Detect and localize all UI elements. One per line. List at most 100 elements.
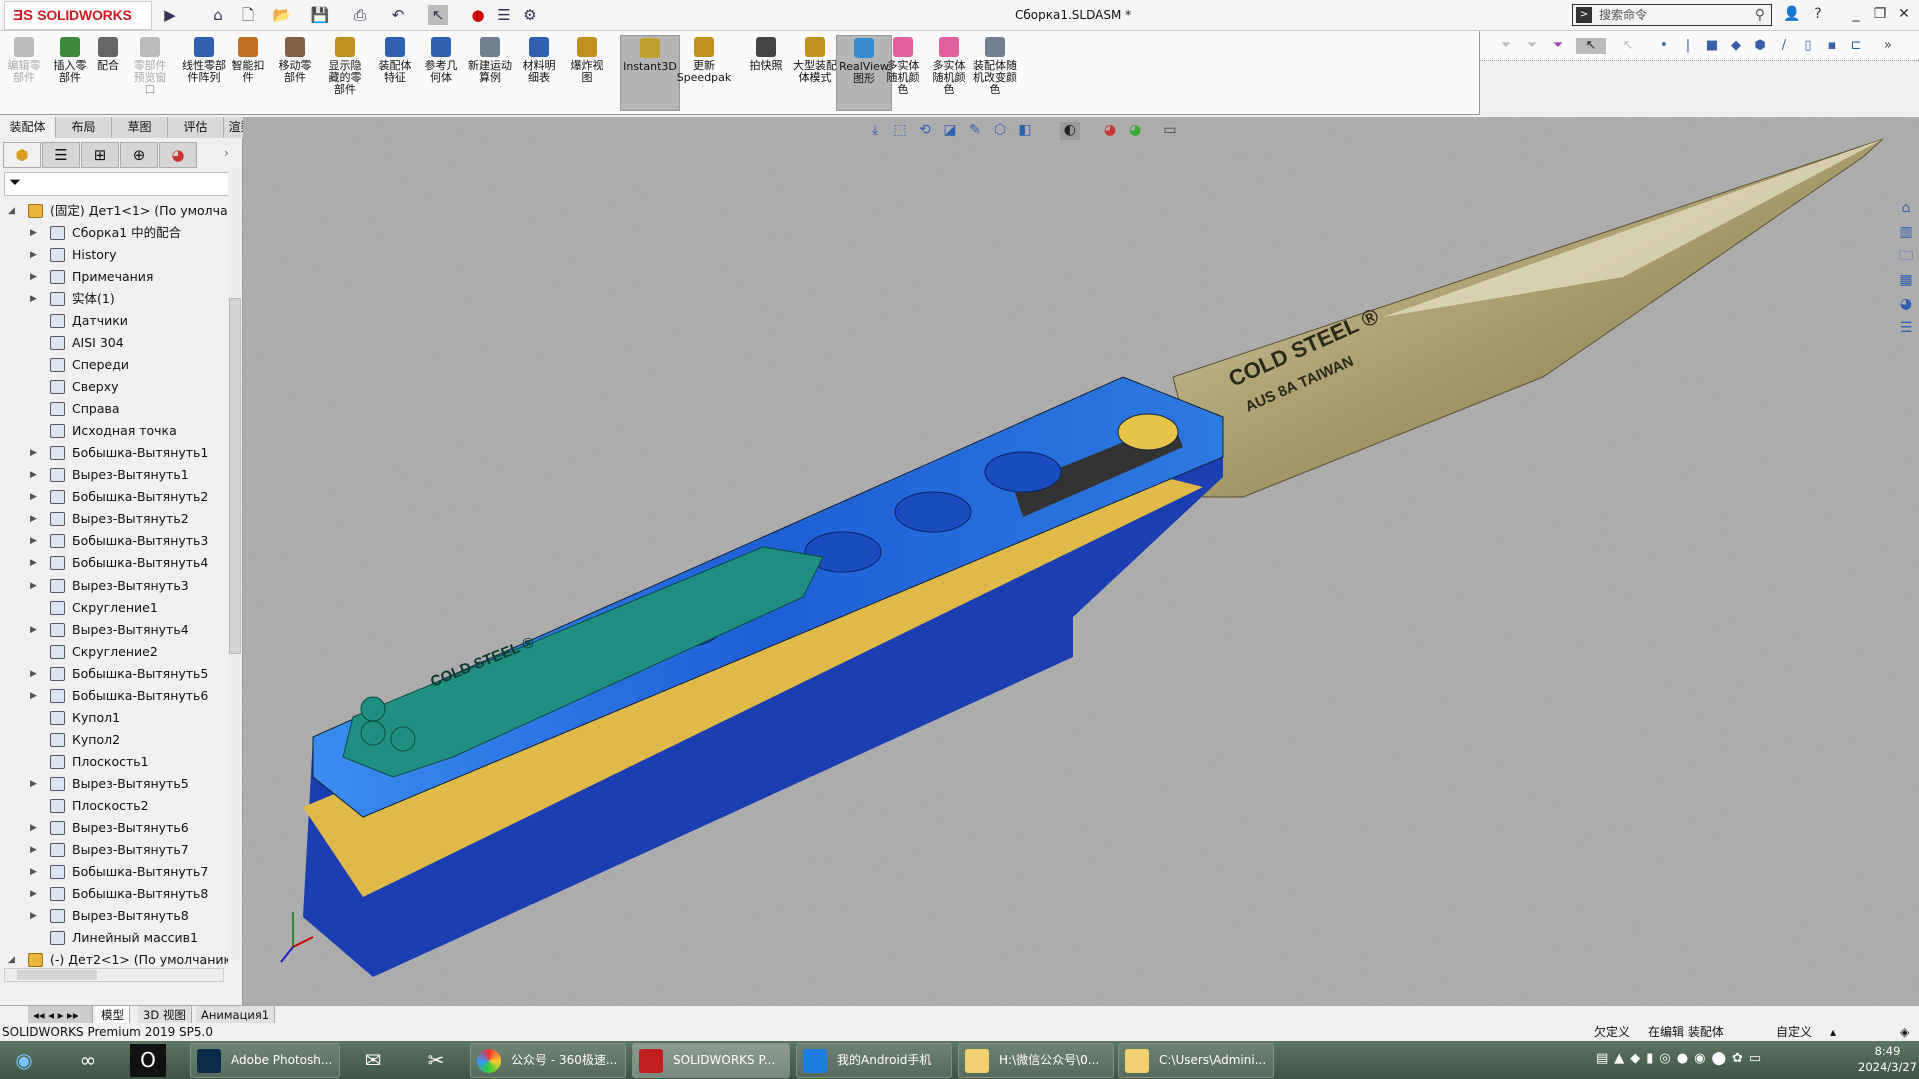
- user-icon[interactable]: 👤: [1782, 6, 1802, 22]
- expand-arrow-icon[interactable]: ▶: [30, 530, 37, 552]
- taskbar-folder-1[interactable]: H:\微信公众号\0...: [958, 1043, 1114, 1078]
- ribbon-button[interactable]: 智能扣件: [228, 35, 268, 84]
- more-icon[interactable]: »: [1880, 38, 1896, 54]
- tab-animation[interactable]: Анимация1: [196, 1006, 276, 1024]
- snipping-tool-icon[interactable]: ✂: [418, 1044, 454, 1077]
- tree-item[interactable]: ▶ Вырез-Вытянуть1: [0, 464, 228, 486]
- display-manager-tab[interactable]: ◕: [159, 142, 197, 168]
- tab-scroll-buttons[interactable]: ◂◂ ◂ ▸ ▸▸: [28, 1006, 93, 1024]
- tree-item[interactable]: ▶ Бобышка-Вытянуть6: [0, 685, 228, 707]
- rebuild-icon[interactable]: ●: [468, 5, 488, 25]
- tree-item[interactable]: Спереди: [0, 354, 228, 376]
- magnetic-select-icon[interactable]: ↖: [1620, 38, 1636, 54]
- expand-arrow-icon[interactable]: ▶: [30, 663, 37, 685]
- ribbon-button[interactable]: 拍快照: [748, 35, 784, 72]
- mail-app-icon[interactable]: ✉: [355, 1044, 391, 1077]
- expand-arrow-icon[interactable]: ▶: [30, 244, 37, 266]
- tree-item[interactable]: ▶ Бобышка-Вытянуть1: [0, 442, 228, 464]
- new-icon[interactable]: 🗋: [238, 5, 258, 25]
- tree-item[interactable]: ▶ History: [0, 244, 228, 266]
- taskbar-browser[interactable]: 公众号 - 360极速...: [470, 1043, 626, 1078]
- tree-item[interactable]: ▶ Вырез-Вытянуть8: [0, 905, 228, 927]
- ribbon-button[interactable]: 多实体随机颜色: [882, 35, 924, 96]
- expand-arrow-icon[interactable]: ▶: [30, 817, 37, 839]
- expand-arrow-icon[interactable]: ▶: [30, 222, 37, 244]
- filter-surface-bodies-icon[interactable]: ◆: [1728, 38, 1744, 54]
- tree-item[interactable]: ▶ Бобышка-Вытянуть8: [0, 883, 228, 905]
- expand-arrow-icon[interactable]: ▶: [30, 773, 37, 795]
- expand-arrow-icon[interactable]: ▶: [30, 552, 37, 574]
- command-tab[interactable]: 装配体: [0, 117, 56, 138]
- command-tab[interactable]: 草图: [112, 117, 168, 138]
- options-icon[interactable]: ⚙: [520, 5, 540, 25]
- ribbon-button[interactable]: 大型装配体模式: [792, 35, 838, 84]
- taskbar-android[interactable]: 我的Android手机: [796, 1043, 952, 1078]
- save-icon[interactable]: 💾: [310, 5, 330, 25]
- view-orientation-icon[interactable]: ⬡: [990, 122, 1010, 140]
- search-commands-input[interactable]: > 搜索命令 ⚲: [1572, 4, 1772, 26]
- tree-item[interactable]: Линейный массив1: [0, 927, 228, 949]
- tree-item[interactable]: ◢ (固定) Дет1<1> (По умолчанию: [0, 200, 228, 222]
- tree-item[interactable]: ▶ Вырез-Вытянуть2: [0, 508, 228, 530]
- system-tray[interactable]: ▤▲◆▮◎●◉⬤✿▭: [1596, 1051, 1767, 1066]
- ribbon-button[interactable]: 编辑零部件: [4, 35, 44, 84]
- tree-item[interactable]: Исходная точка: [0, 420, 228, 442]
- tree-item[interactable]: ▶ Бобышка-Вытянуть2: [0, 486, 228, 508]
- open-icon[interactable]: 📂: [272, 5, 292, 25]
- view-settings-icon[interactable]: ▭: [1160, 122, 1180, 140]
- expand-arrow-icon[interactable]: ▶: [30, 575, 37, 597]
- previous-view-icon[interactable]: ⟲: [915, 122, 935, 140]
- ribbon-button[interactable]: 新建运动算例: [468, 35, 512, 84]
- taskbar-solidworks[interactable]: SOLIDWORKS P...: [632, 1043, 790, 1078]
- expand-arrow-icon[interactable]: ▶: [30, 288, 37, 310]
- tree-item[interactable]: AISI 304: [0, 332, 228, 354]
- tree-item[interactable]: ▶ Вырез-Вытянуть3: [0, 575, 228, 597]
- dimxpert-tab[interactable]: ⊕: [120, 142, 158, 168]
- zoom-to-area-icon[interactable]: ⬚: [890, 122, 910, 140]
- file-properties-icon[interactable]: ☰: [494, 5, 514, 25]
- appearances-icon[interactable]: ◕: [1896, 292, 1916, 316]
- filter-edges-icon[interactable]: |: [1680, 38, 1696, 54]
- close-button[interactable]: ✕: [1894, 6, 1914, 22]
- tree-item[interactable]: ▶ 实体(1): [0, 288, 228, 310]
- filter-points-icon[interactable]: ▪: [1824, 38, 1840, 54]
- search-icon[interactable]: ⚲: [1755, 5, 1765, 25]
- filter-planes-icon[interactable]: ▯: [1800, 38, 1816, 54]
- clock[interactable]: 8:49 2024/3/27: [1858, 1043, 1917, 1075]
- expand-arrow-icon[interactable]: ▶: [30, 486, 37, 508]
- print-icon[interactable]: ⎙: [350, 5, 370, 25]
- expand-arrow-icon[interactable]: ▶: [30, 266, 37, 288]
- tree-item[interactable]: ▶ Бобышка-Вытянуть5: [0, 663, 228, 685]
- ribbon-button[interactable]: 爆炸视图: [566, 35, 608, 84]
- ribbon-button[interactable]: 零部件预览窗口: [130, 35, 170, 96]
- start-button[interactable]: ◉: [6, 1044, 42, 1077]
- ribbon-button[interactable]: 线性零部件阵列: [178, 35, 230, 84]
- command-tab[interactable]: 布局: [56, 117, 112, 138]
- undo-icon[interactable]: ↶: [388, 5, 408, 25]
- collapse-arrow-icon[interactable]: ◢: [8, 200, 15, 222]
- tree-item[interactable]: ▶ Вырез-Вытянуть7: [0, 839, 228, 861]
- baidu-netdisk-icon[interactable]: ∞: [70, 1044, 106, 1077]
- filter-toggle-icon[interactable]: ⏷: [1524, 38, 1540, 54]
- design-library-icon[interactable]: ▥: [1896, 220, 1916, 244]
- graphics-area[interactable]: COLD STEEL ® AUS 8A TAIWAN COLD STEEL ®: [243, 117, 1919, 1005]
- clear-filters-icon[interactable]: ⏷: [1550, 38, 1566, 54]
- scene-icon[interactable]: ◕: [1125, 122, 1145, 140]
- custom-properties-icon[interactable]: ☰: [1896, 316, 1916, 340]
- configuration-manager-tab[interactable]: ⊞: [81, 142, 119, 168]
- ribbon-button[interactable]: 配合: [92, 35, 124, 72]
- horizontal-scrollbar-thumb[interactable]: [17, 970, 97, 980]
- file-explorer-icon[interactable]: 🗀: [1896, 244, 1916, 268]
- units-arrow-icon[interactable]: ▴: [1830, 1023, 1836, 1041]
- ok-app-icon[interactable]: O: [130, 1044, 166, 1077]
- expand-tabs-icon[interactable]: ›: [224, 146, 229, 160]
- tree-item[interactable]: Датчики: [0, 310, 228, 332]
- property-manager-tab[interactable]: ☰: [42, 142, 80, 168]
- expand-arrow-icon[interactable]: ▶: [30, 619, 37, 641]
- restore-button[interactable]: ❐: [1870, 6, 1890, 22]
- expand-arrow-icon[interactable]: ▶: [30, 861, 37, 883]
- tree-item[interactable]: Купол1: [0, 707, 228, 729]
- taskbar-photoshop[interactable]: Adobe Photosh...: [190, 1043, 340, 1078]
- expand-arrow-icon[interactable]: ▶: [30, 839, 37, 861]
- flyout-arrow-icon[interactable]: ▶: [160, 5, 180, 25]
